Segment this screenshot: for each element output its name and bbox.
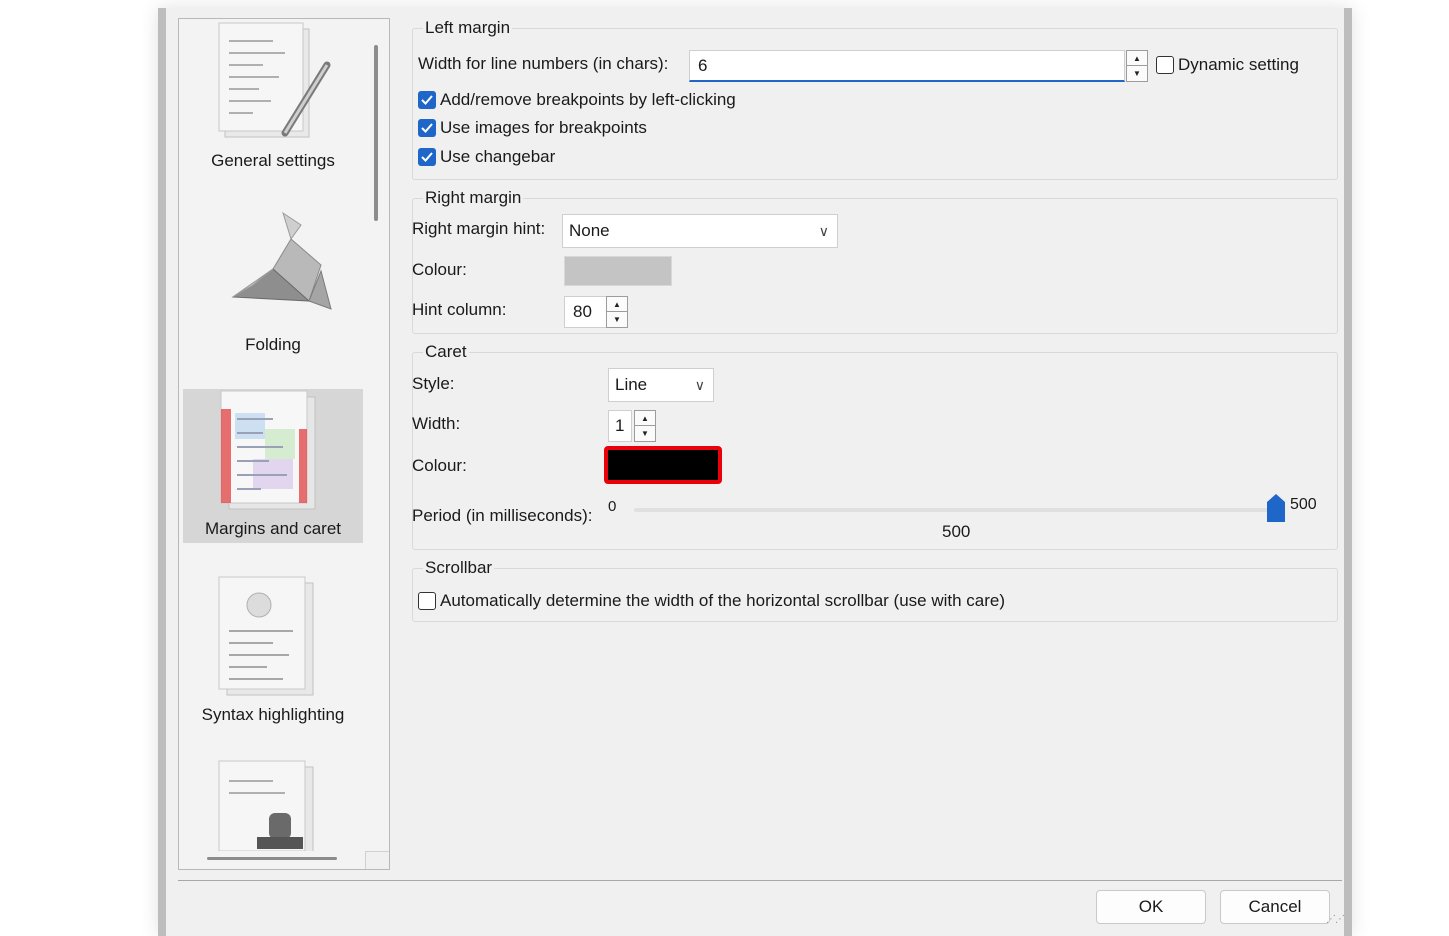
scrollbar-legend: Scrollbar xyxy=(425,558,493,577)
sidebar-vertical-scrollbar[interactable] xyxy=(365,19,389,851)
sidebar-item-label: General settings xyxy=(211,151,335,170)
caret-legend: Caret xyxy=(425,342,467,361)
caret-style-value: Line xyxy=(615,375,648,394)
period-value: 500 xyxy=(942,522,971,541)
line-numbers-width-label: Width for line numbers (in chars): xyxy=(418,54,669,73)
ok-button[interactable]: OK xyxy=(1096,890,1206,924)
unchecked-box-icon xyxy=(418,592,436,610)
dynamic-setting-checkbox[interactable]: Dynamic setting xyxy=(1156,55,1299,75)
hint-column-input[interactable]: 80 xyxy=(564,296,608,328)
chevron-down-icon: ∨ xyxy=(694,377,705,393)
sidebar-item-label: Margins and caret xyxy=(204,519,342,538)
sidebar: General settings Folding Margins and car… xyxy=(178,18,390,870)
sidebar-horizontal-scrollbar[interactable] xyxy=(179,851,365,869)
stamp-icon xyxy=(218,760,314,851)
scrollbar-corner xyxy=(365,851,389,869)
period-min-label: 0 xyxy=(608,498,617,515)
period-max-label: 500 xyxy=(1290,496,1317,513)
spin-down-icon[interactable]: ▼ xyxy=(1127,66,1147,81)
settings-dialog: General settings Folding Margins and car… xyxy=(158,8,1352,936)
sidebar-item-folding[interactable]: Folding xyxy=(183,205,363,359)
unchecked-box-icon xyxy=(1156,56,1174,74)
sidebar-item-syntax-highlighting[interactable]: Syntax highlighting xyxy=(183,575,363,729)
syntax-highlighting-icon xyxy=(218,576,314,696)
hint-column-label: Hint column: xyxy=(412,300,507,319)
right-margin-hint-value: None xyxy=(569,221,610,240)
spin-down-icon[interactable]: ▼ xyxy=(635,426,655,441)
hint-column-spinner[interactable]: ▲ ▼ xyxy=(606,296,628,328)
cancel-button[interactable]: Cancel xyxy=(1220,890,1330,924)
folding-icon xyxy=(231,211,332,310)
spin-up-icon[interactable]: ▲ xyxy=(1127,51,1147,66)
checkmark-icon xyxy=(418,119,436,137)
scrollbar-group: Scrollbar xyxy=(412,558,1338,622)
period-label: Period (in milliseconds): xyxy=(412,506,593,525)
left-margin-legend: Left margin xyxy=(425,18,511,37)
margins-caret-icon xyxy=(220,390,316,510)
right-margin-group: Right margin xyxy=(412,188,1338,334)
dynamic-setting-label: Dynamic setting xyxy=(1178,55,1299,74)
right-margin-hint-label: Right margin hint: xyxy=(412,219,546,238)
caret-colour-label: Colour: xyxy=(412,456,467,475)
period-slider-track[interactable] xyxy=(634,508,1276,512)
right-margin-colour-button[interactable] xyxy=(564,256,672,286)
spin-up-icon[interactable]: ▲ xyxy=(607,297,627,312)
spin-down-icon[interactable]: ▼ xyxy=(607,312,627,327)
resize-grip-icon[interactable]: ⋰⋰ xyxy=(1326,914,1345,925)
line-numbers-width-spinner[interactable]: ▲ ▼ xyxy=(1126,50,1148,82)
caret-colour-button[interactable] xyxy=(604,446,722,484)
add-remove-breakpoints-label: Add/remove breakpoints by left-clicking xyxy=(440,90,736,109)
use-images-breakpoints-label: Use images for breakpoints xyxy=(440,118,647,137)
sidebar-item-margins-and-caret[interactable]: Margins and caret xyxy=(183,389,363,543)
line-numbers-width-input[interactable]: 6 xyxy=(689,50,1125,82)
auto-scrollbar-width-label: Automatically determine the width of the… xyxy=(440,591,1006,610)
sidebar-item-general-settings[interactable]: General settings xyxy=(183,21,363,175)
right-margin-hint-select[interactable]: None ∨ xyxy=(562,214,838,248)
footer-divider xyxy=(178,880,1342,881)
use-changebar-label: Use changebar xyxy=(440,147,556,166)
use-changebar-checkbox[interactable]: Use changebar xyxy=(418,147,555,167)
auto-scrollbar-width-checkbox[interactable]: Automatically determine the width of the… xyxy=(418,591,1005,611)
checkmark-icon xyxy=(418,148,436,166)
general-settings-icon xyxy=(218,22,331,138)
chevron-down-icon: ∨ xyxy=(818,223,829,239)
checkmark-icon xyxy=(418,91,436,109)
right-margin-colour-label: Colour: xyxy=(412,260,467,279)
sidebar-item-label: Syntax highlighting xyxy=(201,705,345,724)
caret-width-input[interactable]: 1 xyxy=(608,410,632,442)
spin-up-icon[interactable]: ▲ xyxy=(635,411,655,426)
caret-style-label: Style: xyxy=(412,374,455,393)
use-images-breakpoints-checkbox[interactable]: Use images for breakpoints xyxy=(418,118,647,138)
add-remove-breakpoints-checkbox[interactable]: Add/remove breakpoints by left-clicking xyxy=(418,90,736,110)
period-slider-thumb[interactable] xyxy=(1267,494,1285,522)
caret-width-label: Width: xyxy=(412,414,461,433)
caret-style-select[interactable]: Line ∨ xyxy=(608,368,714,402)
caret-width-spinner[interactable]: ▲ ▼ xyxy=(634,410,656,442)
sidebar-item-label: Folding xyxy=(245,335,301,354)
right-margin-legend: Right margin xyxy=(425,188,522,207)
